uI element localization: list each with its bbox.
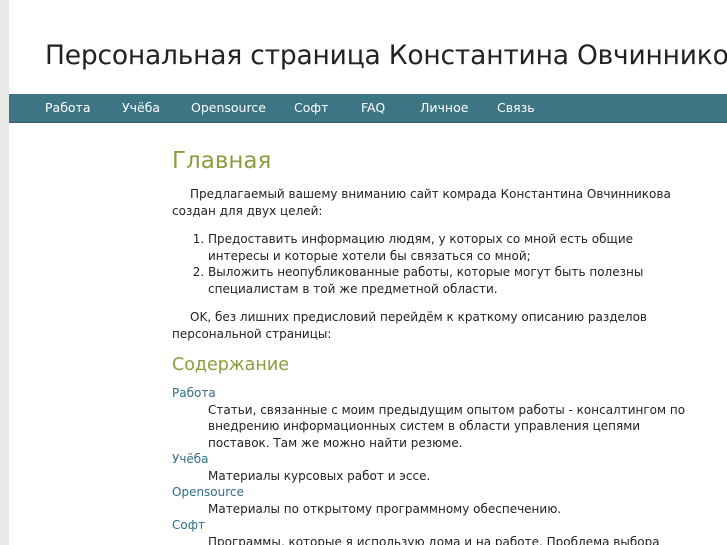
goal-item: Выложить неопубликованные работы, которы…	[208, 264, 692, 297]
goals-list: Предоставить информацию людям, у которых…	[172, 231, 692, 297]
section-title: Софт	[172, 517, 692, 534]
site-title: Персональная страница Константина Овчинн…	[45, 40, 727, 71]
section-title: Работа	[172, 385, 692, 402]
page: Персональная страница Константина Овчинн…	[9, 0, 727, 545]
section-title: Opensource	[172, 484, 692, 501]
nav-item-rabota[interactable]: Работа	[45, 100, 91, 115]
sections-list: Работа Статьи, связанные с моим предыдущ…	[172, 385, 692, 545]
section-link-opensource[interactable]: Opensource	[172, 485, 244, 499]
nav-item-opensource[interactable]: Opensource	[191, 100, 266, 115]
section-description: Материалы курсовых работ и эссе.	[208, 468, 431, 483]
section-description: Программы, которые я использую дома и на…	[208, 534, 660, 545]
main-content: Главная Предлагаемый вашему вниманию сай…	[172, 146, 692, 545]
section-description: Статьи, связанные с моим предыдущим опыт…	[208, 402, 686, 450]
nav-item-svyaz[interactable]: Связь	[497, 100, 535, 115]
section-link-rabota[interactable]: Работа	[172, 386, 216, 400]
nav-item-lichnoe[interactable]: Личное	[420, 100, 468, 115]
nav-item-soft[interactable]: Софт	[294, 100, 328, 115]
section-link-soft[interactable]: Софт	[172, 518, 205, 532]
contents-heading: Содержание	[172, 355, 289, 375]
section-link-ucheba[interactable]: Учёба	[172, 452, 209, 466]
page-heading: Главная	[172, 148, 272, 174]
main-nav: Работа Учёба Opensource Софт FAQ Личное …	[9, 94, 727, 123]
goal-item: Предоставить информацию людям, у которых…	[208, 231, 692, 264]
section-title: Учёба	[172, 451, 692, 468]
nav-item-faq[interactable]: FAQ	[361, 100, 385, 115]
intro-paragraph: Предлагаемый вашему вниманию сайт комрад…	[172, 187, 671, 218]
nav-item-ucheba[interactable]: Учёба	[122, 100, 160, 115]
section-description: Материалы по открытому программному обес…	[208, 501, 562, 516]
transition-paragraph: OK, без лишних предисловий перейдём к кр…	[172, 310, 647, 341]
